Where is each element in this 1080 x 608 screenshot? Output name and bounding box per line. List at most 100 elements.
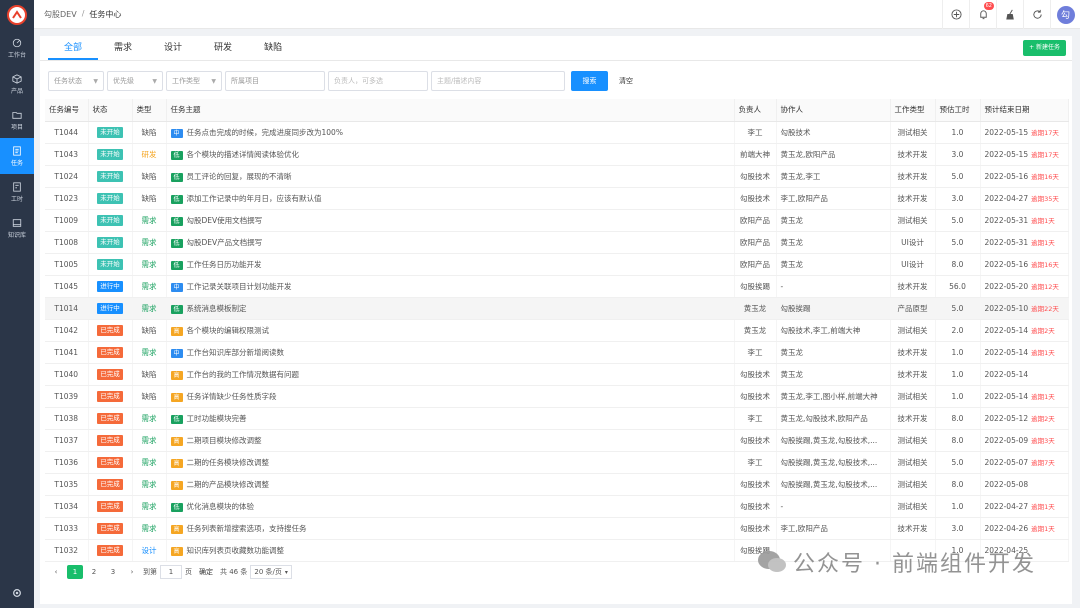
add-circle-icon[interactable]: [942, 0, 969, 29]
sidebar-item-1[interactable]: 产品: [0, 66, 34, 102]
task-subject[interactable]: 任务详情缺少任务性质字段: [187, 392, 277, 401]
subject-cell[interactable]: 高知识库列表页收藏数功能调整: [166, 539, 735, 562]
table-row[interactable]: T1014 进行中 需求低系统消息模板制定 黄玉龙 勾股挨踢 产品原型 5.0 2022-05…: [45, 297, 1069, 320]
search-button[interactable]: 搜索: [571, 71, 608, 91]
subject-cell[interactable]: 低勾股DEV产品文档撰写: [166, 231, 735, 254]
sidebar-item-0[interactable]: 工作台: [0, 30, 34, 66]
table-row[interactable]: T1034 已完成 需求低优化消息模块的体验 勾股技术 - 测试相关 1.0 2022-04-…: [45, 495, 1069, 518]
page-number[interactable]: 1: [67, 565, 83, 579]
sidebar-item-3[interactable]: 任务: [0, 138, 34, 174]
table-row[interactable]: T1036 已完成 需求高二期的任务模块修改调整 李工 勾股挨踢,黄玉龙,勾股技术,..…: [45, 451, 1069, 474]
goto-confirm-button[interactable]: 确定: [199, 567, 213, 577]
broom-clean-icon[interactable]: [996, 0, 1023, 29]
task-subject[interactable]: 各个模块的编辑权限测试: [187, 326, 270, 335]
table-row[interactable]: T1033 已完成 需求高任务列表新增搜索选项，支持搜任务 勾股技术 李工,欧阳产品 技术…: [45, 517, 1069, 540]
subject-cell[interactable]: 低工作任务日历功能开发: [166, 253, 735, 276]
table-row[interactable]: T1005 未开始 需求低工作任务日历功能开发 欧阳产品 黄玉龙 UI设计 8.0 2022-…: [45, 253, 1069, 276]
sidebar-item-2[interactable]: 项目: [0, 102, 34, 138]
column-header[interactable]: 工作类型: [890, 99, 936, 122]
table-row[interactable]: T1042 已完成 缺陷高各个模块的编辑权限测试 黄玉龙 勾股技术,李工,前端大神 测试相…: [45, 319, 1069, 342]
subject-cell[interactable]: 低员工评论的回复，展现的不清晰: [166, 165, 735, 188]
task-subject[interactable]: 工作任务日历功能开发: [187, 260, 262, 269]
table-row[interactable]: T1037 已完成 需求高二期项目模块修改调整 勾股技术 勾股挨踢,黄玉龙,勾股技术,.…: [45, 429, 1069, 452]
status-select[interactable]: 任务状态 ▼: [48, 71, 104, 91]
page-size-select[interactable]: 20 条/页 ▾: [250, 565, 292, 579]
task-subject[interactable]: 二期的任务模块修改调整: [187, 458, 270, 467]
bell-icon[interactable]: 62: [969, 0, 996, 29]
column-header[interactable]: 任务编号: [45, 99, 89, 122]
task-subject[interactable]: 勾股DEV使用文档撰写: [187, 216, 263, 225]
subject-cell[interactable]: 高工作台的我的工作情况数据有问题: [166, 363, 735, 386]
tab-3[interactable]: 研发: [198, 36, 248, 60]
task-subject[interactable]: 勾股DEV产品文档撰写: [187, 238, 263, 247]
next-page-icon[interactable]: ›: [124, 565, 140, 579]
task-subject[interactable]: 二期项目模块修改调整: [187, 436, 262, 445]
task-subject[interactable]: 工作台知识库部分新增阅读数: [187, 348, 285, 357]
sidebar-item-4[interactable]: 工时: [0, 174, 34, 210]
page-number[interactable]: 3: [105, 565, 121, 579]
table-row[interactable]: T1044 未开始 缺陷中任务点击完成的时候，完成进度同步改为100% 李工 勾股技术测…: [45, 121, 1069, 144]
subject-cell[interactable]: 中任务点击完成的时候，完成进度同步改为100%: [166, 121, 735, 144]
task-subject[interactable]: 工作台的我的工作情况数据有问题: [187, 370, 300, 379]
column-header[interactable]: 类型: [132, 99, 167, 122]
refresh-icon[interactable]: [1023, 0, 1050, 29]
subject-cell[interactable]: 高任务详情缺少任务性质字段: [166, 385, 735, 408]
table-row[interactable]: T1039 已完成 缺陷高任务详情缺少任务性质字段 勾股技术 黄玉龙,李工,图小样,前端…: [45, 385, 1069, 408]
clear-button[interactable]: 清空: [611, 71, 641, 91]
assignee-input[interactable]: 负责人，可多选: [328, 71, 428, 91]
column-header[interactable]: 负责人: [734, 99, 777, 122]
task-subject[interactable]: 工作记录关联项目计划功能开发: [187, 282, 292, 291]
subject-cell[interactable]: 高二期项目模块修改调整: [166, 429, 735, 452]
priority-select[interactable]: 优先级 ▼: [107, 71, 163, 91]
subject-cell[interactable]: 低勾股DEV使用文档撰写: [166, 209, 735, 232]
table-row[interactable]: T1040 已完成 缺陷高工作台的我的工作情况数据有问题 勾股技术 黄玉龙 技术开发 1.0…: [45, 363, 1069, 386]
project-select[interactable]: 所属项目: [225, 71, 325, 91]
subject-cell[interactable]: 高二期的任务模块修改调整: [166, 451, 735, 474]
table-row[interactable]: T1045 进行中 需求中工作记录关联项目计划功能开发 勾股挨踢 - 技术开发 56.0 20…: [45, 275, 1069, 298]
avatar[interactable]: 勾: [1056, 5, 1075, 24]
tab-1[interactable]: 需求: [98, 36, 148, 60]
table-row[interactable]: T1041 已完成 需求中工作台知识库部分新增阅读数 李工 黄玉龙 技术开发 1.0 2022…: [45, 341, 1069, 364]
subject-cell[interactable]: 低添加工作记录中的年月日，应该有默认值: [166, 187, 735, 210]
prev-page-icon[interactable]: ‹: [48, 565, 64, 579]
task-subject[interactable]: 二期的产品模块修改调整: [187, 480, 270, 489]
table-row[interactable]: T1043 未开始 研发低各个模块的描述详情阅读体验优化 前端大神 黄玉龙,欧阳产品 技术…: [45, 143, 1069, 166]
breadcrumb-root[interactable]: 勾股DEV: [44, 9, 77, 20]
subject-cell[interactable]: 低工时功能模块完善: [166, 407, 735, 430]
table-row[interactable]: T1035 已完成 需求高二期的产品模块修改调整 勾股技术 勾股挨踢,黄玉龙,勾股技术,…: [45, 473, 1069, 496]
column-header[interactable]: 预估工时: [935, 99, 981, 122]
task-subject[interactable]: 任务点击完成的时候，完成进度同步改为100%: [187, 128, 343, 137]
user-menu[interactable]: 勾: [1050, 0, 1080, 29]
work-type-select[interactable]: 工作类型 ▼: [166, 71, 222, 91]
task-subject[interactable]: 知识库列表页收藏数功能调整: [187, 546, 285, 555]
column-header[interactable]: 状态: [88, 99, 133, 122]
subject-cell[interactable]: 中工作记录关联项目计划功能开发: [166, 275, 735, 298]
tab-2[interactable]: 设计: [148, 36, 198, 60]
subject-cell[interactable]: 高任务列表新增搜索选项，支持搜任务: [166, 517, 735, 540]
app-logo[interactable]: [0, 0, 34, 30]
sidebar-item-5[interactable]: 知识库: [0, 210, 34, 246]
settings-gear-icon[interactable]: [0, 588, 34, 598]
task-subject[interactable]: 任务列表新增搜索选项，支持搜任务: [187, 524, 307, 533]
task-subject[interactable]: 各个模块的描述详情阅读体验优化: [187, 150, 300, 159]
task-subject[interactable]: 工时功能模块完善: [187, 414, 247, 423]
subject-cell[interactable]: 低系统消息模板制定: [166, 297, 735, 320]
table-row[interactable]: T1008 未开始 需求低勾股DEV产品文档撰写 欧阳产品 黄玉龙 UI设计 5.0 2022…: [45, 231, 1069, 254]
subject-cell[interactable]: 低优化消息模块的体验: [166, 495, 735, 518]
subject-cell[interactable]: 低各个模块的描述详情阅读体验优化: [166, 143, 735, 166]
table-row[interactable]: T1009 未开始 需求低勾股DEV使用文档撰写 欧阳产品 黄玉龙 测试相关 5.0 2022…: [45, 209, 1069, 232]
subject-cell[interactable]: 中工作台知识库部分新增阅读数: [166, 341, 735, 364]
column-header[interactable]: 任务主题: [166, 99, 735, 122]
new-task-button[interactable]: + 新建任务: [1023, 40, 1066, 56]
column-header[interactable]: 协作人: [776, 99, 891, 122]
task-subject[interactable]: 优化消息模块的体验: [187, 502, 255, 511]
goto-page-input[interactable]: 1: [160, 565, 182, 579]
task-subject[interactable]: 添加工作记录中的年月日，应该有默认值: [187, 194, 322, 203]
table-row[interactable]: T1024 未开始 缺陷低员工评论的回复，展现的不清晰 勾股技术 黄玉龙,李工 技术开发 5…: [45, 165, 1069, 188]
tab-0[interactable]: 全部: [48, 36, 99, 60]
keyword-input[interactable]: 主题/描述内容: [431, 71, 565, 91]
table-row[interactable]: T1038 已完成 需求低工时功能模块完善 李工 黄玉龙,勾股技术,欧阳产品 技术开发 8.…: [45, 407, 1069, 430]
subject-cell[interactable]: 高各个模块的编辑权限测试: [166, 319, 735, 342]
task-subject[interactable]: 系统消息模板制定: [187, 304, 247, 313]
tab-4[interactable]: 缺陷: [248, 36, 298, 60]
